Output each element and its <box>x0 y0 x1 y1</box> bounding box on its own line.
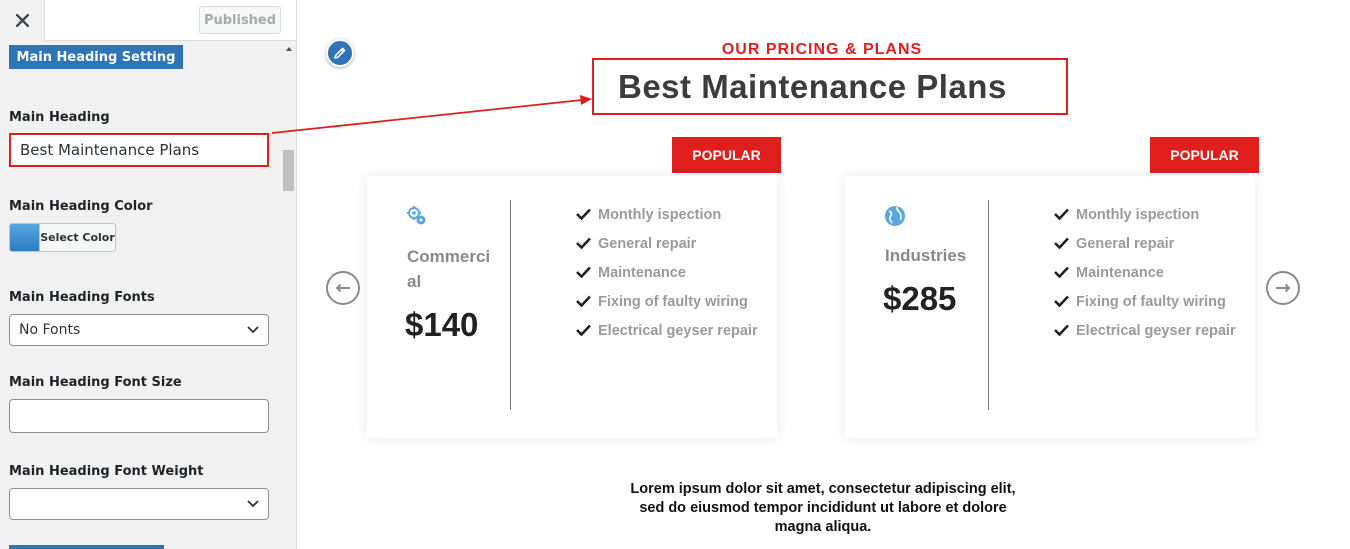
feature-item: Electrical geyser repair <box>576 319 766 344</box>
close-icon <box>15 14 29 27</box>
globe-icon <box>885 206 905 226</box>
plan-name: Industries <box>885 246 967 265</box>
heading-fonts-value: No Fonts <box>19 322 81 338</box>
check-icon <box>576 295 591 307</box>
heading-font-weight-select[interactable] <box>9 488 269 520</box>
customizer-sidebar: Published Main Heading Setting Main Head… <box>0 0 297 549</box>
heading-font-size-label: Main Heading Font Size <box>9 375 182 390</box>
check-icon <box>576 266 591 278</box>
plan-name: Commerci al <box>407 247 491 291</box>
scrollbar-thumb[interactable] <box>283 150 294 191</box>
heading-fonts-select[interactable]: No Fonts <box>9 314 269 346</box>
heading-font-weight-label: Main Heading Font Weight <box>9 464 204 479</box>
feature-item: Maintenance <box>1054 261 1244 286</box>
next-slide-button[interactable] <box>1266 271 1300 305</box>
heading-highlight-box: Best Maintenance Plans <box>592 58 1068 115</box>
feature-item: General repair <box>576 232 766 257</box>
check-icon <box>1054 208 1069 220</box>
check-icon <box>1054 237 1069 249</box>
popular-badge: POPULAR <box>672 137 781 173</box>
check-icon <box>576 208 591 220</box>
feature-item: Electrical geyser repair <box>1054 319 1244 344</box>
feature-list: Monthly ispection General repair Mainten… <box>1054 203 1244 348</box>
arrow-left-icon <box>335 283 350 293</box>
feature-item: Maintenance <box>576 261 766 286</box>
feature-item: Monthly ispection <box>1054 203 1244 228</box>
check-icon <box>1054 324 1069 336</box>
edit-shortcut-button[interactable] <box>326 39 354 67</box>
plan-price: $140 <box>405 306 479 343</box>
feature-list: Monthly ispection General repair Mainten… <box>576 203 766 348</box>
feature-item: General repair <box>1054 232 1244 257</box>
next-section-button[interactable] <box>9 545 164 549</box>
check-icon <box>1054 266 1069 278</box>
check-icon <box>576 237 591 249</box>
feature-item: Monthly ispection <box>576 203 766 228</box>
main-heading-input[interactable]: Best Maintenance Plans <box>9 133 269 167</box>
heading-fonts-label: Main Heading Fonts <box>9 290 155 305</box>
check-icon <box>576 324 591 336</box>
chevron-down-icon <box>247 500 259 508</box>
feature-item: Fixing of faulty wiring <box>1054 290 1244 315</box>
section-subtitle: OUR PRICING & PLANS <box>721 41 923 58</box>
chevron-down-icon <box>247 326 259 334</box>
sidebar-header: Published <box>0 0 296 41</box>
section-description: Lorem ipsum dolor sit amet, consectetur … <box>630 481 1016 535</box>
heading-color-label: Main Heading Color <box>9 199 153 214</box>
published-button[interactable]: Published <box>199 6 281 34</box>
select-color-button[interactable]: Select Color <box>9 223 116 252</box>
gears-icon <box>407 206 426 225</box>
color-swatch <box>10 224 40 251</box>
popular-badge: POPULAR <box>1150 137 1259 173</box>
plan-price: $285 <box>883 280 957 317</box>
section-heading[interactable]: Best Maintenance Plans <box>594 60 1066 113</box>
pricing-card-industries[interactable]: Industries $285 Monthly ispection Genera… <box>845 176 1255 438</box>
pencil-icon <box>334 47 346 59</box>
scroll-up-arrow-icon[interactable] <box>284 44 294 54</box>
arrow-right-icon <box>1276 283 1291 293</box>
pricing-card-commercial[interactable]: Commerci al $140 Monthly ispection Genera… <box>367 176 777 438</box>
feature-item: Fixing of faulty wiring <box>576 290 766 315</box>
heading-font-size-input[interactable] <box>9 399 269 433</box>
sidebar-panel: Main Heading Setting Main Heading Best M… <box>0 41 296 549</box>
card-divider <box>510 200 511 410</box>
check-icon <box>1054 295 1069 307</box>
main-heading-label: Main Heading <box>9 110 110 125</box>
card-divider <box>988 200 989 410</box>
prev-slide-button[interactable] <box>326 271 360 305</box>
section-title[interactable]: Main Heading Setting <box>9 45 183 69</box>
select-color-label: Select Color <box>40 231 115 244</box>
close-button[interactable] <box>0 0 45 41</box>
